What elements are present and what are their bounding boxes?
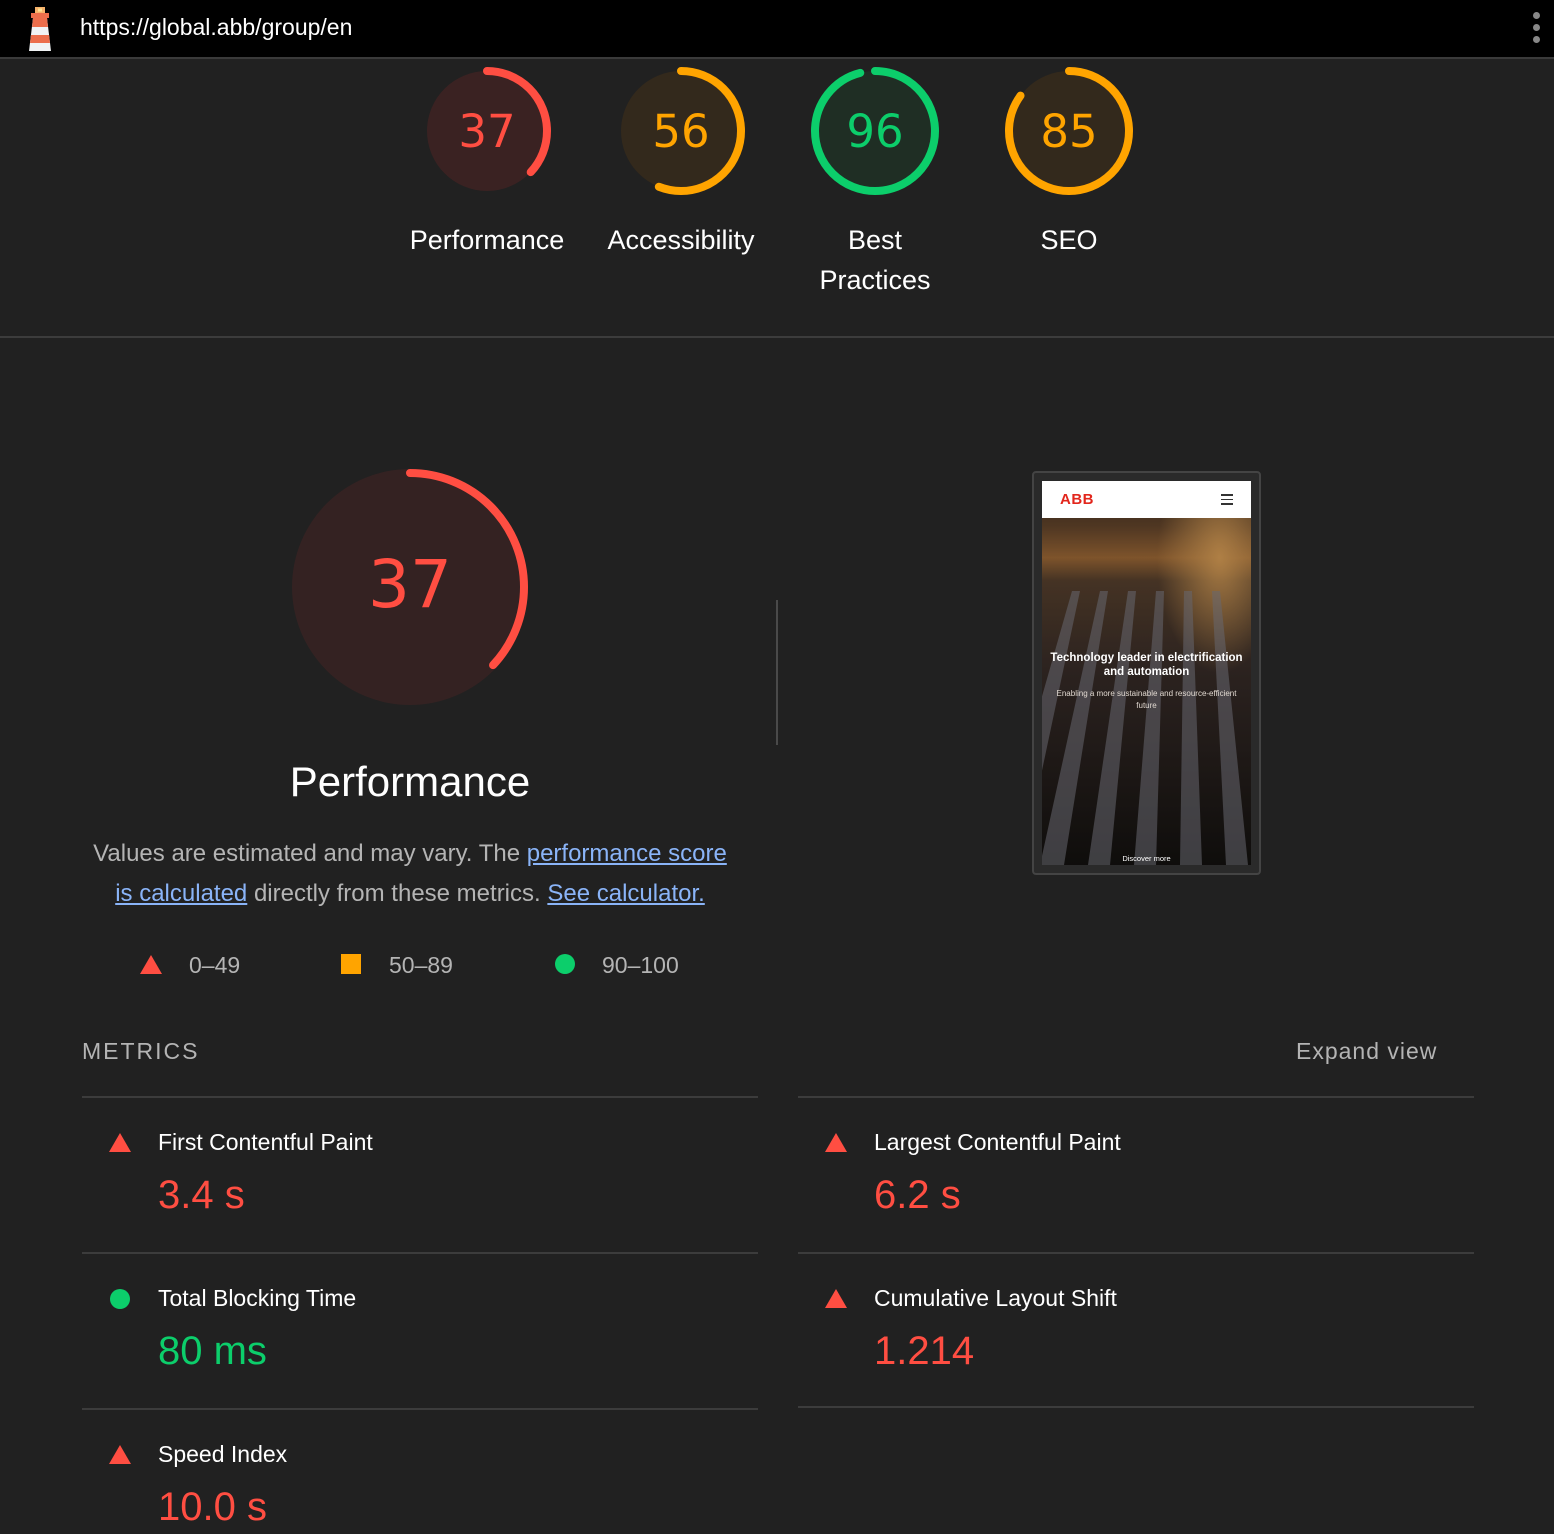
- performance-ring-icon: 37: [292, 469, 528, 705]
- gauge-score: 56: [652, 105, 709, 158]
- fail-triangle-icon: [109, 1133, 131, 1152]
- section-divider: [0, 336, 1554, 338]
- gauge-score: 85: [1040, 105, 1097, 158]
- metric-divider: [798, 1252, 1474, 1254]
- legend-fail: 0–49: [140, 950, 260, 980]
- metric-divider: [82, 1096, 758, 1098]
- performance-description: Values are estimated and may vary. The p…: [82, 834, 738, 914]
- metric-title-si: Speed Index: [158, 1441, 288, 1467]
- vertical-divider: [776, 600, 778, 745]
- see-calculator-link[interactable]: See calculator.: [547, 880, 704, 907]
- metric-divider: [82, 1408, 758, 1410]
- metric-value-tbt: 80 ms: [158, 1329, 267, 1373]
- gauge-label-performance: Performance: [409, 225, 565, 255]
- gauge-performance-ring-icon: 37: [423, 67, 551, 195]
- legend-average: 50–89: [341, 950, 471, 980]
- lighthouse-logo-icon: [29, 7, 51, 51]
- metric-title-lcp: Largest Contentful Paint: [874, 1129, 1121, 1155]
- metric-value-cls: 1.214: [874, 1329, 975, 1373]
- screenshot-screen: ABB Technology leader in electrification…: [1042, 481, 1251, 865]
- metric-value-lcp: 6.2 s: [874, 1173, 961, 1217]
- hamburger-menu-icon: [1221, 494, 1233, 508]
- triangle-icon: [140, 955, 162, 974]
- gauge-accessibility-ring-icon: 56: [617, 67, 745, 195]
- final-screenshot[interactable]: ABB Technology leader in electrification…: [1032, 471, 1261, 875]
- metric-divider: [798, 1096, 1474, 1098]
- gauge-performance[interactable]: 37: [422, 66, 552, 196]
- screenshot-header: ABB: [1042, 481, 1251, 518]
- top-bar: https://global.abb/group/en: [0, 0, 1554, 59]
- fail-triangle-icon: [109, 1445, 131, 1464]
- metric-title-cls: Cumulative Layout Shift: [874, 1285, 1117, 1311]
- gauge-seo-ring-icon: 85: [1005, 67, 1133, 195]
- square-icon: [341, 954, 361, 974]
- expand-view-toggle[interactable]: Expand view: [1296, 1038, 1437, 1065]
- metric-divider: [798, 1406, 1474, 1408]
- fail-triangle-icon: [825, 1133, 847, 1152]
- legend-pass: 90–100: [555, 950, 695, 980]
- gauge-label-accessibility: Accessibility: [607, 225, 755, 255]
- metric-title-tbt: Total Blocking Time: [158, 1285, 357, 1311]
- hero-headline: Technology leader in electrification and…: [1050, 652, 1243, 678]
- gauge-accessibility[interactable]: 56: [616, 66, 746, 196]
- gauge-label-line: Best: [847, 225, 903, 255]
- gauge-seo[interactable]: 85: [1004, 66, 1134, 196]
- description-text: Values are estimated and may vary. The: [93, 840, 527, 867]
- performance-score: 37: [368, 546, 452, 623]
- pass-circle-icon: [110, 1289, 130, 1309]
- gauge-label-best-practices: Best Practices: [780, 220, 970, 300]
- metric-divider: [82, 1252, 758, 1254]
- legend-range: 90–100: [602, 952, 679, 978]
- circle-icon: [555, 954, 575, 974]
- metric-value-si: 10.0 s: [158, 1485, 267, 1529]
- metric-value-fcp: 3.4 s: [158, 1173, 245, 1217]
- abb-logo: ABB: [1060, 491, 1094, 508]
- gauge-best-practices-ring-icon: 96: [811, 67, 939, 195]
- fail-triangle-icon: [825, 1289, 847, 1308]
- performance-gauge-large: 37: [285, 462, 535, 712]
- gauge-label-line: Practices: [819, 265, 931, 295]
- metric-title-fcp: First Contentful Paint: [158, 1129, 373, 1155]
- performance-title: Performance: [289, 758, 531, 805]
- gauge-score: 96: [846, 105, 903, 158]
- more-options-icon[interactable]: [1530, 12, 1542, 46]
- page-url: https://global.abb/group/en: [80, 14, 353, 40]
- gauge-best-practices[interactable]: 96: [810, 66, 940, 196]
- metrics-heading: METRICS: [82, 1038, 200, 1064]
- gauge-score: 37: [458, 105, 515, 158]
- description-text: directly from these metrics.: [247, 880, 548, 907]
- hero-subtitle: Enabling a more sustainable and resource…: [1056, 689, 1237, 710]
- legend-range: 50–89: [389, 952, 453, 978]
- legend-range: 0–49: [189, 952, 241, 978]
- gauge-label-seo: SEO: [1040, 225, 1098, 255]
- discover-more-link: Discover more: [1122, 854, 1171, 863]
